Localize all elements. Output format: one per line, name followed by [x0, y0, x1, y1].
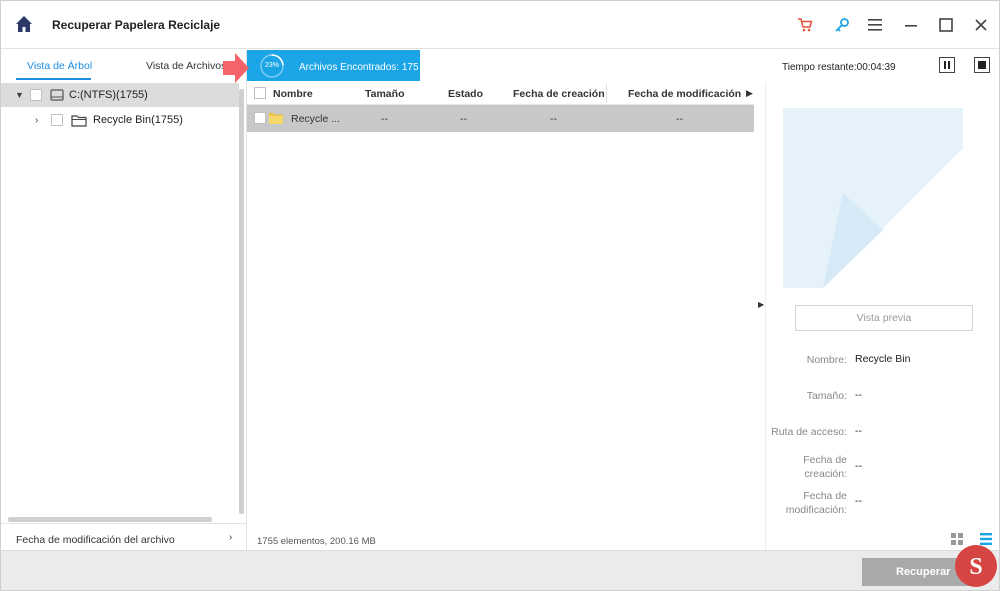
chevron-down-icon[interactable]: ▼	[15, 90, 25, 100]
tree-item-drive[interactable]: ▼ C:(NTFS)(1755)	[1, 83, 239, 107]
meta-modified-label: Fecha de modificación:	[785, 490, 847, 516]
meta-name-value: Recycle Bin	[855, 353, 911, 365]
column-header-name[interactable]: Nombre	[273, 88, 313, 100]
column-divider[interactable]	[606, 84, 607, 103]
tree-item-label: C:(NTFS)(1755)	[69, 89, 148, 101]
tree-vertical-scrollbar[interactable]	[239, 89, 244, 514]
meta-size-label: Tamaño:	[806, 390, 847, 402]
status-bar: 1755 elementos, 200.16 MB	[247, 531, 754, 550]
sort-filter-label: Fecha de modificación del archivo	[16, 534, 175, 546]
app-window: Recuperar Papelera Reciclaje Vista de Ár…	[0, 0, 1000, 591]
time-remaining: Tiempo restante:00:04:39	[782, 62, 896, 73]
files-found-label: Archivos Encontrados: 175	[299, 62, 419, 73]
progress-percent: 23%	[264, 62, 279, 69]
column-header-modified[interactable]: Fecha de modificación	[628, 88, 741, 100]
meta-size-value: --	[855, 389, 862, 401]
tab-file-view[interactable]: Vista de Archivos	[146, 60, 226, 72]
home-icon[interactable]	[15, 15, 33, 33]
title-bar: Recuperar Papelera Reciclaje	[1, 1, 999, 49]
folder-icon	[269, 113, 283, 124]
column-header-size[interactable]: Tamaño	[365, 88, 404, 100]
tab-tree-view[interactable]: Vista de Árbol	[27, 60, 92, 72]
tree-checkbox[interactable]	[30, 89, 42, 101]
preview-button[interactable]: Vista previa	[795, 305, 973, 331]
column-scroll-right-icon[interactable]: ▶	[746, 88, 753, 99]
folder-outline-icon	[71, 114, 87, 127]
column-header-created[interactable]: Fecha de creación	[513, 88, 605, 100]
cell-name: Recycle ...	[291, 113, 341, 125]
preview-divider	[765, 82, 766, 550]
folder-tree: ▼ C:(NTFS)(1755) › Recycle Bin(1755)	[1, 81, 246, 521]
pause-button[interactable]	[939, 57, 955, 73]
chevron-right-icon[interactable]: ›	[229, 532, 232, 543]
status-summary: 1755 elementos, 200.16 MB	[257, 536, 376, 547]
cell-state: --	[460, 113, 467, 125]
cell-modified: --	[676, 113, 683, 125]
expand-preview-icon[interactable]: ▶	[758, 300, 764, 309]
file-table-header: Nombre Tamaño Estado Fecha de creación F…	[247, 82, 754, 105]
cart-icon[interactable]	[795, 15, 815, 35]
app-title: Recuperar Papelera Reciclaje	[52, 18, 221, 32]
select-all-checkbox[interactable]	[254, 87, 266, 99]
table-row[interactable]: Recycle ... -- -- -- --	[247, 105, 754, 132]
meta-path-label: Ruta de acceso:	[771, 426, 847, 438]
annotation-arrow	[223, 53, 249, 83]
cell-created: --	[550, 113, 557, 125]
footer-bar: Recuperar	[1, 550, 999, 590]
preview-placeholder-image	[783, 108, 963, 288]
watermark-logo: S	[955, 545, 997, 587]
active-tab-indicator	[16, 78, 91, 80]
minimize-icon[interactable]	[901, 15, 921, 35]
stop-icon	[978, 61, 986, 69]
tree-checkbox[interactable]	[51, 114, 63, 126]
pause-icon	[944, 61, 950, 69]
menu-icon[interactable]	[865, 15, 885, 35]
cell-size: --	[381, 113, 388, 125]
row-checkbox[interactable]	[254, 112, 266, 124]
meta-created-value: --	[855, 460, 862, 472]
stop-button[interactable]	[974, 57, 990, 73]
column-header-state[interactable]: Estado	[448, 88, 483, 100]
scan-progress-header: 23% Archivos Encontrados: 175	[247, 50, 420, 81]
meta-name-label: Nombre:	[806, 354, 847, 366]
tree-item-label: Recycle Bin(1755)	[93, 114, 183, 126]
drive-icon	[50, 89, 64, 101]
meta-path-value: --	[855, 425, 862, 437]
view-tabs: Vista de Árbol Vista de Archivos	[1, 50, 246, 81]
meta-created-label: Fecha de creación:	[803, 454, 847, 480]
sort-filter-bar[interactable]: Fecha de modificación del archivo ›	[1, 523, 246, 550]
tree-item-recycle-bin[interactable]: › Recycle Bin(1755)	[1, 108, 239, 132]
key-icon[interactable]	[832, 15, 852, 35]
chevron-right-icon[interactable]: ›	[35, 115, 45, 126]
svg-text:S: S	[969, 554, 982, 580]
close-icon[interactable]	[971, 15, 991, 35]
tree-horizontal-scrollbar[interactable]	[8, 517, 212, 522]
meta-modified-value: --	[855, 495, 862, 507]
maximize-icon[interactable]	[936, 15, 956, 35]
